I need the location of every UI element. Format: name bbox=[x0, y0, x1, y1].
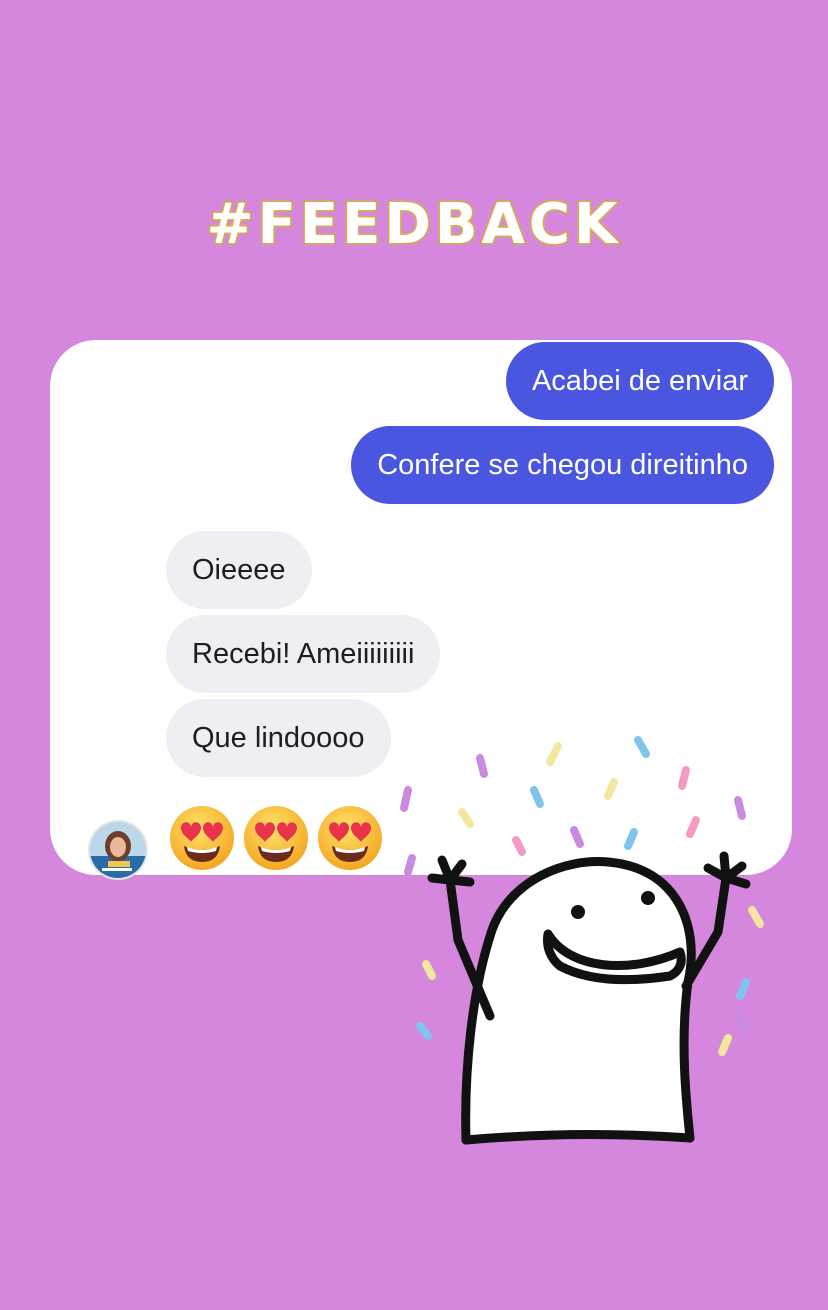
contact-avatar[interactable] bbox=[88, 820, 148, 880]
received-message-bubble: Oieeee bbox=[166, 531, 312, 609]
avatar-photo-icon bbox=[90, 822, 146, 878]
feedback-title: #FEEDBACK bbox=[205, 191, 622, 259]
heart-eyes-emoji-icon bbox=[318, 806, 382, 870]
heart-eyes-emoji-icon bbox=[244, 806, 308, 870]
heart-eyes-emoji-icon bbox=[170, 806, 234, 870]
received-message-bubble: Que lindoooo bbox=[166, 699, 391, 777]
sent-message-bubble: Acabei de enviar bbox=[505, 342, 774, 420]
received-message-bubble: Recebi! Ameiiiiiiiii bbox=[166, 615, 441, 693]
sent-message-bubble: Confere se chegou direitinho bbox=[351, 426, 774, 504]
flork-celebrating-sticker-icon bbox=[400, 736, 764, 1145]
emoji-reaction-row bbox=[168, 804, 384, 872]
